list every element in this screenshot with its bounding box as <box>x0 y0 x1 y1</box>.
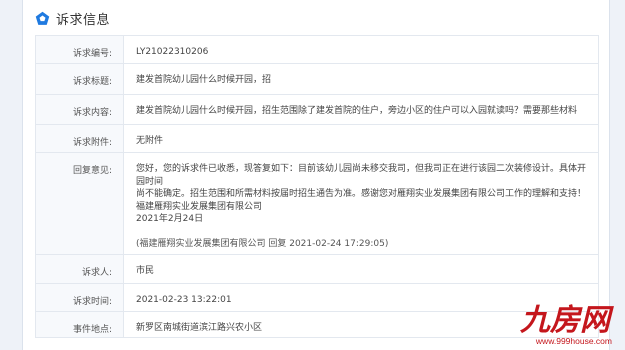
location-label: 事件地点: <box>36 312 124 337</box>
number-value: LY21022310206 <box>136 47 209 57</box>
time-label: 诉求时间: <box>36 284 124 311</box>
row-time: 诉求时间: 2021-02-23 13:22:01 <box>36 284 598 312</box>
svg-text:九房网: 九房网 <box>519 303 614 336</box>
number-label: 诉求编号: <box>36 36 124 63</box>
row-requester: 诉求人: 市民 <box>36 255 598 284</box>
content-value: 建发首院幼儿园什么时候开园，招生范围除了建发首院的住户，旁边小区的住户可以入园就… <box>136 106 578 116</box>
requester-label: 诉求人: <box>36 255 124 283</box>
site-watermark: 九房网 www.999house.com <box>515 298 615 346</box>
watermark-url: www.999house.com <box>535 336 612 346</box>
appeal-info-table: 诉求编号: LY21022310206 诉求标题: 建发首院幼儿园什么时候开园，… <box>35 35 599 338</box>
reply-text-line: 尚不能确定。招生范围和所需材料按届时招生通告为准。感谢您对雁翔实业发展集团有限公… <box>136 189 587 199</box>
row-number: 诉求编号: LY21022310206 <box>36 36 598 64</box>
subject-label: 诉求标题: <box>36 64 124 94</box>
row-attachment: 诉求附件: 无附件 <box>36 125 598 153</box>
reply-signature: (福建雁翔实业发展集团有限公司 回复 2021-02-24 17:29:05) <box>136 238 389 249</box>
reply-value: 您好，您的诉求件已收悉，现答复如下：目前该幼儿园尚未移交我司，但我司正在进行该园… <box>124 153 598 254</box>
attachment-value: 无附件 <box>136 136 164 146</box>
reply-label: 回复意见: <box>36 153 124 254</box>
section-header: 诉求信息 <box>35 7 110 29</box>
watermark-logo: 九房网 <box>519 303 614 336</box>
row-location: 事件地点: 新罗区南城街道滨江路兴农小区 <box>36 312 598 338</box>
attachment-label: 诉求附件: <box>36 125 124 152</box>
pentagon-icon <box>35 11 50 25</box>
reply-spacer <box>136 226 588 238</box>
subject-value: 建发首院幼儿园什么时候开园，招 <box>136 75 272 85</box>
requester-value: 市民 <box>136 266 155 276</box>
content-label: 诉求内容: <box>36 95 124 124</box>
reply-org-name: 福建雁翔实业发展集团有限公司 <box>136 201 263 212</box>
row-reply: 回复意见: 您好，您的诉求件已收悉，现答复如下：目前该幼儿园尚未移交我司，但我司… <box>36 153 598 255</box>
reply-text-line: 您好，您的诉求件已收悉，现答复如下：目前该幼儿园尚未移交我司，但我司正在进行该园… <box>136 164 587 187</box>
row-content: 诉求内容: 建发首院幼儿园什么时候开园，招生范围除了建发首院的住户，旁边小区的住… <box>36 95 598 125</box>
row-subject: 诉求标题: 建发首院幼儿园什么时候开园，招 <box>36 64 598 95</box>
reply-date: 2021年2月24日 <box>136 214 204 224</box>
section-title: 诉求信息 <box>56 12 111 28</box>
